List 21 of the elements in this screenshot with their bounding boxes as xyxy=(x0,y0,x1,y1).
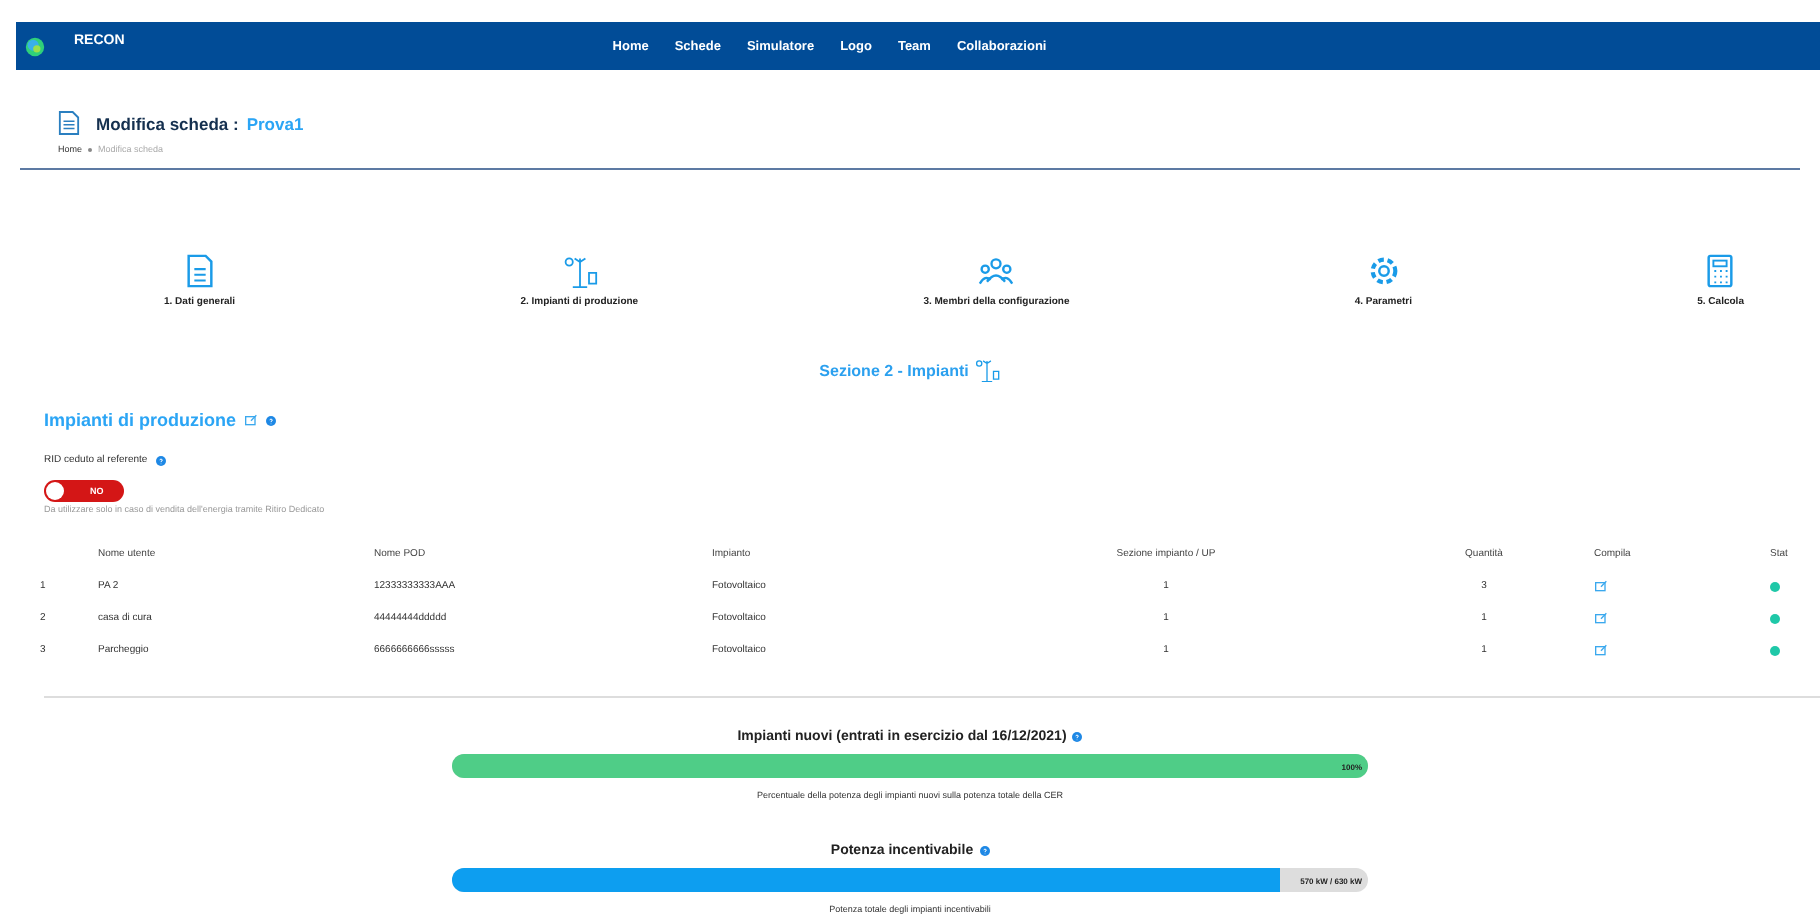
help-icon[interactable] xyxy=(1072,732,1083,742)
help-icon[interactable] xyxy=(155,455,166,465)
breadcrumb-separator-icon xyxy=(88,147,93,151)
wind-solar-icon[interactable] xyxy=(561,254,598,288)
page-title: Modifica scheda : xyxy=(96,113,239,133)
edit-icon[interactable] xyxy=(244,414,258,426)
document-icon[interactable] xyxy=(181,254,218,288)
record-name: Prova1 xyxy=(246,113,304,133)
help-icon[interactable] xyxy=(979,846,990,856)
edit-icon[interactable] xyxy=(1594,580,1608,592)
help-icon[interactable] xyxy=(266,415,276,425)
gear-icon[interactable] xyxy=(1365,254,1402,288)
document-icon xyxy=(58,110,80,136)
edit-icon[interactable] xyxy=(1594,612,1608,624)
calculator-icon[interactable] xyxy=(1702,254,1739,288)
edit-icon[interactable] xyxy=(1594,644,1608,656)
people-icon[interactable] xyxy=(978,254,1015,288)
logo-icon xyxy=(24,35,46,57)
panel-title: Impianti di produzione xyxy=(44,410,236,430)
wind-solar-icon xyxy=(974,358,1001,382)
section-title: Sezione 2 - Impianti xyxy=(819,361,969,379)
